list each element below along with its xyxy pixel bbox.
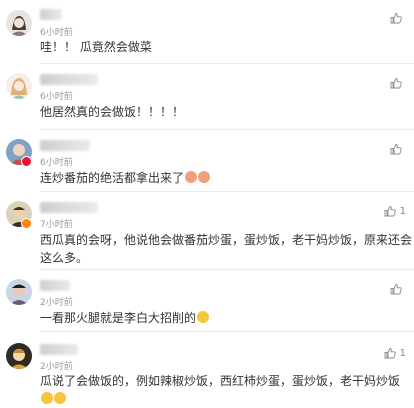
like-button[interactable] xyxy=(390,283,406,295)
comment-time: 6小时前 xyxy=(40,158,73,168)
comment-text: 一看那火腿就是李白大招削的 xyxy=(40,309,412,327)
username[interactable] xyxy=(40,280,70,291)
like-button[interactable] xyxy=(390,77,406,89)
comment-time: 6小时前 xyxy=(40,92,73,102)
like-button[interactable] xyxy=(390,12,406,24)
comment-text-content: 瓜说了会做饭的，例如辣椒炒饭，西红柿炒蛋，蛋炒饭，老干妈炒饭 xyxy=(40,374,401,388)
like-count: 1 xyxy=(399,205,406,217)
avatar[interactable] xyxy=(6,343,32,369)
comment-text: 西瓜真的会呀，他说他会做番茄炒蛋，蛋炒饭，老干妈炒饭，原来还会这么多。 xyxy=(40,233,413,265)
comment-text: 瓜说了会做饭的，例如辣椒炒饭，西红柿炒蛋，蛋炒饭，老干妈炒饭 xyxy=(40,372,412,408)
thumbs-up-icon xyxy=(384,348,396,359)
angry-face-icon xyxy=(198,171,211,183)
divider xyxy=(40,269,414,270)
smirk-face-icon xyxy=(197,311,210,323)
comment-time: 7小时前 xyxy=(40,220,73,230)
username[interactable] xyxy=(40,9,62,20)
divider xyxy=(40,63,414,64)
username[interactable] xyxy=(40,140,90,151)
angry-face-icon xyxy=(185,171,198,183)
divider xyxy=(40,191,414,192)
username[interactable] xyxy=(40,344,78,355)
comment-text: 连炒番茄的绝活都拿出来了 xyxy=(40,169,412,187)
avatar[interactable] xyxy=(6,10,32,36)
username[interactable] xyxy=(40,74,98,85)
like-button[interactable]: 1 xyxy=(384,205,406,217)
like-count: 1 xyxy=(399,347,406,359)
comment-time: 6小时前 xyxy=(40,28,73,38)
thumbs-up-icon xyxy=(390,13,402,24)
thumbs-up-icon xyxy=(390,284,402,295)
avatar[interactable] xyxy=(6,279,32,305)
divider xyxy=(40,331,414,332)
username[interactable] xyxy=(40,202,98,213)
laughing-face-icon xyxy=(41,392,53,404)
comment-time: 2小时前 xyxy=(40,362,73,372)
thumbs-up-icon xyxy=(390,144,402,155)
divider xyxy=(40,129,414,130)
thumbs-up-icon xyxy=(384,206,396,217)
verified-badge xyxy=(21,156,32,167)
comment-text: 他居然真的会做饭！！！！ xyxy=(40,105,185,119)
thumbs-up-icon xyxy=(390,78,402,89)
comment-text-content: 连炒番茄的绝活都拿出来了 xyxy=(40,171,185,185)
verified-badge xyxy=(21,218,32,229)
comment-text-content: 一看那火腿就是李白大招削的 xyxy=(40,311,197,325)
avatar[interactable] xyxy=(6,73,32,99)
like-button[interactable] xyxy=(390,143,406,155)
comment-time: 2小时前 xyxy=(40,298,73,308)
comment-text: 哇！！ 瓜竟然会做菜 xyxy=(40,40,152,54)
laughing-face-icon xyxy=(54,392,66,404)
like-button[interactable]: 1 xyxy=(384,347,406,359)
